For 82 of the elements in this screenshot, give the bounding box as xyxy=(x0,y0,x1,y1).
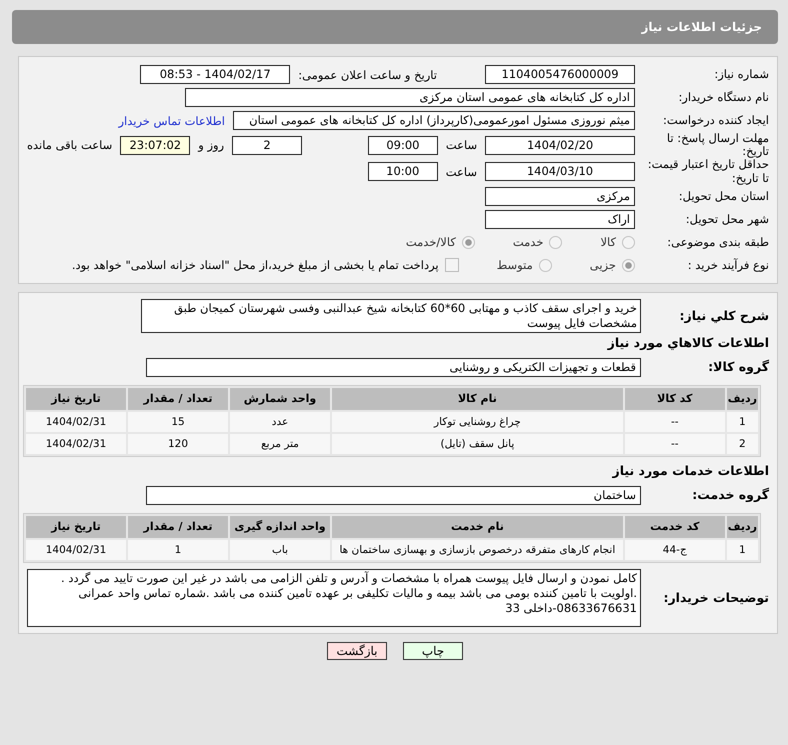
field-label: نوع فرآیند خرید : xyxy=(686,258,769,272)
description-box: خرید و اجرای سقف کاذب و مهتابی 60*60 کتابخانه شیخ عبدالنبی وفسی شهرستان کمیجان طبق مشخصات فایل پیوست xyxy=(141,298,641,333)
radio-button[interactable] xyxy=(549,236,562,249)
field-label: نام دستگاه خریدار: xyxy=(677,90,769,104)
date-field: 1404/03/10 xyxy=(485,162,635,182)
column-header: نام کالا xyxy=(332,388,623,410)
table-cell: باب xyxy=(230,540,330,560)
date-field: 1404/02/20 xyxy=(485,136,635,155)
option-label: کالا/خدمت xyxy=(406,235,456,250)
option-label: کالا xyxy=(600,235,616,250)
days-label: روز و xyxy=(198,138,224,152)
field-label: گروه کالا: xyxy=(707,360,769,375)
goods-group-field: قطعات و تجهیزات الکتریکی و روشنایی xyxy=(146,358,641,377)
table-cell: انجام کارهای متفرقه درخصوص بازسازی و بهسازی ساختمان ها xyxy=(332,540,623,560)
radio-button[interactable] xyxy=(462,236,475,249)
time-label: ساعت xyxy=(446,138,478,152)
radio-button[interactable] xyxy=(538,258,552,272)
option-label: خدمت xyxy=(512,235,544,250)
table-cell: چراغ روشنایی توکار xyxy=(332,412,623,432)
table-cell: 1 xyxy=(726,412,758,432)
column-header: ردیف xyxy=(726,516,758,538)
service-group-field: ساختمان xyxy=(146,486,641,505)
table-cell: عدد xyxy=(230,412,330,432)
province-field: مرکزی xyxy=(485,186,635,206)
time-label: ساعت xyxy=(446,164,477,179)
table-cell: 1 xyxy=(726,540,758,560)
table-cell: -- xyxy=(624,434,725,454)
table-cell: 120 xyxy=(128,434,228,454)
table-cell: ج-44 xyxy=(624,540,725,560)
column-header: کد کالا xyxy=(624,388,725,410)
table-cell: 1404/02/31 xyxy=(26,434,126,454)
column-header: تعداد / مقدار xyxy=(128,388,228,410)
table-cell: 2 xyxy=(726,434,758,454)
table-cell: پانل سقف (تایل) xyxy=(332,434,623,454)
table-cell: 1404/02/31 xyxy=(26,412,126,432)
radio-button[interactable] xyxy=(622,258,635,272)
notes-box: کامل نمودن و ارسال فایل پیوست همراه با مشخصات و آدرس و تلفن الزامی می باشد در غیر این صورت تایید می گردد . .اولویت با تامین کننده بومی می باشد بیمه و مالیات تکلیفی بر عهده تامین کننده می باشد .شماره تماس واحد عمرانی 08633676631-داخلی 33 xyxy=(27,568,641,627)
column-header: ردیف xyxy=(726,388,758,410)
field-label: استان محل تحویل: xyxy=(678,190,769,203)
table-cell: متر مربع xyxy=(230,434,330,454)
option-label: جزیی xyxy=(590,258,616,272)
requester-field: میثم نوروزی مسئول امورعمومی(کارپرداز) اداره کل کتابخانه های عمومی استان xyxy=(233,111,635,130)
announce-date-field: 1404/02/17 - 08:53 xyxy=(140,65,290,84)
field-label: طبقه بندی موضوعی: xyxy=(666,236,769,249)
page-title: جزئیات اطلاعات نیاز xyxy=(641,20,762,34)
radio-button[interactable] xyxy=(622,236,635,249)
checkbox[interactable] xyxy=(444,258,459,272)
field-label: حداقل تاریخ اعتبار قیمت: تا تاریخ: xyxy=(646,158,769,185)
column-header: واحد اندازه گیری xyxy=(230,516,330,538)
field-label: ایجاد کننده درخواست: xyxy=(662,114,769,128)
column-header: کد خدمت xyxy=(624,516,725,538)
section-title: اطلاعات خدمات مورد نیاز xyxy=(611,462,769,478)
days-field: 2 xyxy=(232,136,302,155)
column-header: تعداد / مقدار xyxy=(128,516,228,538)
column-header: واحد شمارش xyxy=(230,388,330,410)
field-label: شهر محل تحویل: xyxy=(684,212,769,226)
column-header: تاریخ نیاز xyxy=(26,516,126,538)
print-button[interactable]: چاپ xyxy=(403,642,463,660)
buyer-contact-link[interactable]: اطلاعات تماس خریدار xyxy=(118,114,225,128)
field-label: شرح کلي نياز: xyxy=(678,308,769,324)
column-header: تاریخ نیاز xyxy=(26,388,126,410)
city-field: اراک xyxy=(485,210,635,229)
table-cell: 1 xyxy=(128,540,228,560)
field-label: شماره نیاز: xyxy=(713,68,769,82)
option-label: متوسط xyxy=(496,258,533,272)
field-label: تاریخ و ساعت اعلان عمومی: xyxy=(298,68,437,82)
buyer-field: اداره کل کتابخانه های عمومی استان مرکزی xyxy=(185,88,635,107)
time-field: 10:00 xyxy=(368,162,438,182)
field-label: گروه خدمت: xyxy=(691,488,769,503)
table-cell: 1404/02/31 xyxy=(26,540,126,560)
column-header: نام خدمت xyxy=(332,516,623,538)
table-cell: 15 xyxy=(128,412,228,432)
table-cell: -- xyxy=(624,412,725,432)
field-label: توضیحات خریدار: xyxy=(662,590,769,606)
remaining-label: ساعت باقی مانده xyxy=(26,138,112,152)
time-field: 09:00 xyxy=(368,136,438,155)
need-number-field: 1104005476000009 xyxy=(485,65,635,84)
back-button[interactable]: بازگشت xyxy=(327,642,387,660)
remaining-time-field: 23:07:02 xyxy=(120,136,190,155)
option-label: پرداخت تمام یا بخشی از مبلغ خرید،از محل "اسناد خزانه اسلامی" خواهد بود. xyxy=(72,258,439,272)
section-title: اطلاعات کالاهاي مورد نياز xyxy=(606,334,769,350)
field-label: مهلت ارسال پاسخ: تا تاریخ: xyxy=(666,132,769,158)
